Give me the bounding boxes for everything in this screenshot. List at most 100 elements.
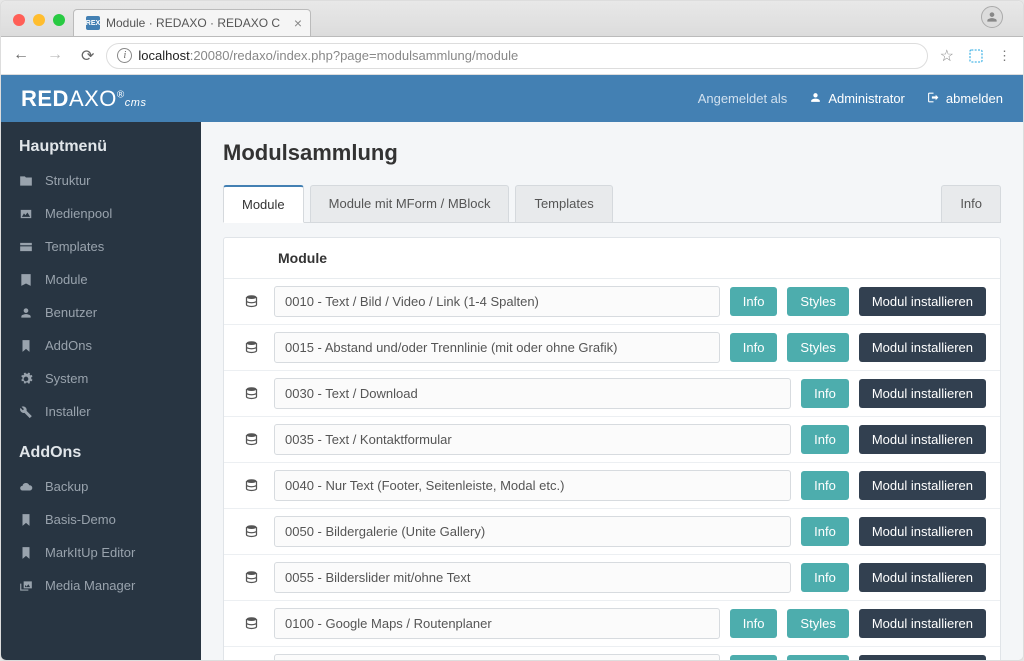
user-icon [19,306,33,320]
bookmark-icon [19,546,33,560]
browser-tab-bar: REX Module · REDAXO · REDAXO C × [1,1,1023,37]
info-button[interactable]: Info [801,517,849,546]
info-button[interactable]: Info [801,563,849,592]
reload-icon[interactable]: ⟳ [81,46,94,66]
sidebar-item-label: Media Manager [45,578,135,593]
close-window[interactable] [13,14,25,26]
folder-icon [19,174,33,188]
bookmark-icon [19,513,33,527]
image-icon [19,207,33,221]
site-info-icon[interactable]: i [117,48,132,63]
browser-tab[interactable]: REX Module · REDAXO · REDAXO C × [73,9,311,36]
info-button[interactable]: Info [730,333,778,362]
extension-icon[interactable] [968,48,984,64]
sidebar-item-markitup-editor[interactable]: MarkItUp Editor [1,536,201,569]
database-icon [238,432,264,447]
app-header: REDAXO®cms Angemeldet als Administrator … [1,75,1023,122]
sidebar-item-medienpool[interactable]: Medienpool [1,197,201,230]
sidebar-item-backup[interactable]: Backup [1,470,201,503]
sidebar-item-addons[interactable]: AddOns [1,329,201,362]
module-name[interactable]: 0055 - Bilderslider mit/ohne Text [274,562,791,593]
sidebar-section-addons: AddOns [1,428,201,470]
tab-info[interactable]: Info [941,185,1001,223]
admin-link[interactable]: Administrator [809,91,905,107]
module-row: 0100 - Google Maps / Routenplaner Info Sty… [224,601,1000,647]
forward-arrow-icon[interactable]: → [47,46,63,66]
tab-module[interactable]: Module [223,185,304,223]
module-name[interactable]: 0015 - Abstand und/oder Trennlinie (mit … [274,332,720,363]
module-name[interactable]: 0105 - Parallax (skrollr) [274,654,720,661]
cloud-icon [19,480,33,494]
sidebar-item-label: AddOns [45,338,92,353]
maximize-window[interactable] [53,14,65,26]
sidebar-item-installer[interactable]: Installer [1,395,201,428]
back-arrow-icon[interactable]: ← [13,46,29,66]
bookmark-star-icon[interactable]: ☆ [940,46,954,66]
minimize-window[interactable] [33,14,45,26]
database-icon [238,524,264,539]
install-button[interactable]: Modul installieren [859,333,986,362]
module-row: 0050 - Bildergalerie (Unite Gallery) Info… [224,509,1000,555]
tab-title: Module · REDAXO · REDAXO C [106,16,280,30]
sidebar-item-templates[interactable]: Templates [1,230,201,263]
close-tab-icon[interactable]: × [294,15,302,31]
sidebar-section-main: Hauptmenü [1,122,201,164]
tab-templates[interactable]: Templates [515,185,612,223]
module-row: 0040 - Nur Text (Footer, Seitenleiste, M… [224,463,1000,509]
sidebar-item-label: Benutzer [45,305,97,320]
styles-button[interactable]: Styles [787,287,848,316]
install-button[interactable]: Modul installieren [859,287,986,316]
sidebar-item-module[interactable]: Module [1,263,201,296]
tab-module-mform[interactable]: Module mit MForm / MBlock [310,185,510,223]
install-button[interactable]: Modul installieren [859,379,986,408]
info-button[interactable]: Info [801,471,849,500]
module-name[interactable]: 0010 - Text / Bild / Video / Link (1-4 S… [274,286,720,317]
book-icon [19,273,33,287]
profile-icon[interactable] [981,6,1003,28]
info-button[interactable]: Info [730,287,778,316]
database-icon [238,616,264,631]
module-name[interactable]: 0035 - Text / Kontaktformular [274,424,791,455]
sidebar-item-benutzer[interactable]: Benutzer [1,296,201,329]
install-button[interactable]: Modul installieren [859,471,986,500]
module-row: 0030 - Text / Download Info Modul installi… [224,371,1000,417]
module-name[interactable]: 0100 - Google Maps / Routenplaner [274,608,720,639]
module-name[interactable]: 0030 - Text / Download [274,378,791,409]
sidebar-item-basis-demo[interactable]: Basis-Demo [1,503,201,536]
logout-link[interactable]: abmelden [927,91,1003,107]
sidebar-item-struktur[interactable]: Struktur [1,164,201,197]
install-button[interactable]: Modul installieren [859,563,986,592]
sidebar-item-system[interactable]: System [1,362,201,395]
database-icon [238,478,264,493]
favicon: REX [86,16,100,30]
module-name[interactable]: 0040 - Nur Text (Footer, Seitenleiste, M… [274,470,791,501]
url-input[interactable]: i localhost:20080/redaxo/index.php?page=… [106,43,927,69]
install-button[interactable]: Modul installieren [859,517,986,546]
install-button[interactable]: Modul installieren [859,609,986,638]
install-button[interactable]: Modul installieren [859,655,986,661]
database-icon [238,294,264,309]
module-row: 0105 - Parallax (skrollr) Info Styles Modul… [224,647,1000,661]
install-button[interactable]: Modul installieren [859,425,986,454]
sidebar-item-label: Installer [45,404,91,419]
sidebar: Hauptmenü Struktur Medienpool TemplatesMod… [1,122,201,661]
cogs-icon [19,372,33,386]
styles-button[interactable]: Styles [787,609,848,638]
images-icon [19,579,33,593]
styles-button[interactable]: Styles [787,333,848,362]
module-panel: Module 0010 - Text / Bild / Video / Link… [223,237,1001,661]
info-button[interactable]: Info [801,379,849,408]
styles-button[interactable]: Styles [787,655,848,661]
sidebar-item-label: Basis-Demo [45,512,116,527]
redaxo-logo[interactable]: REDAXO®cms [21,86,146,112]
module-row: 0015 - Abstand und/oder Trennlinie (mit … [224,325,1000,371]
address-bar: ← → ⟳ i localhost:20080/redaxo/index.php… [1,37,1023,75]
info-button[interactable]: Info [730,609,778,638]
sidebar-item-label: Struktur [45,173,91,188]
sidebar-item-media-manager[interactable]: Media Manager [1,569,201,602]
info-button[interactable]: Info [730,655,778,661]
sidebar-item-label: Medienpool [45,206,112,221]
module-name[interactable]: 0050 - Bildergalerie (Unite Gallery) [274,516,791,547]
menu-dots-icon[interactable]: ⋮ [998,48,1011,64]
info-button[interactable]: Info [801,425,849,454]
